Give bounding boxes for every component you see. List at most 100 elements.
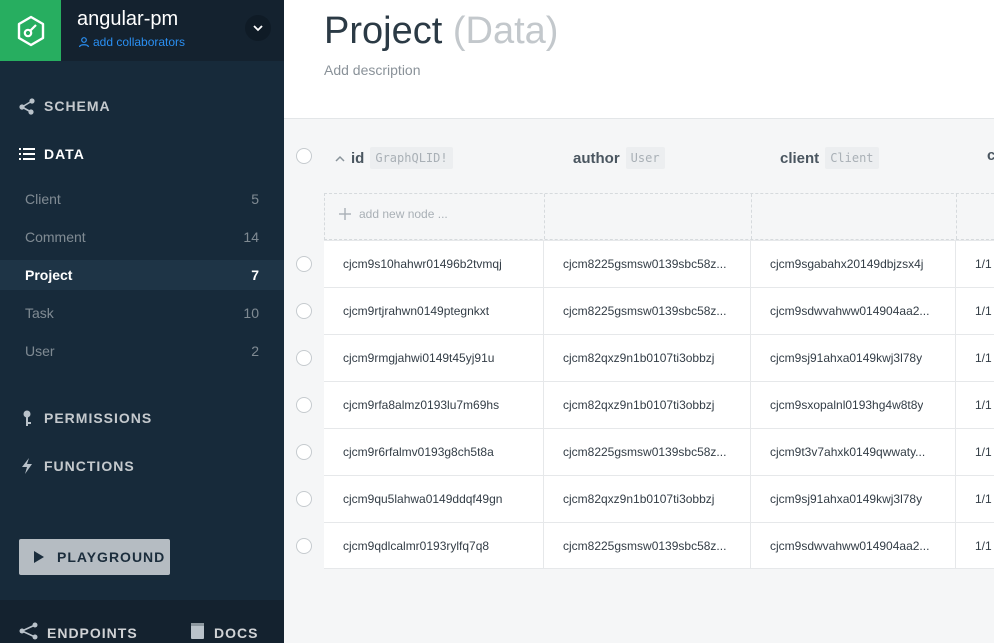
column-name: id bbox=[351, 149, 365, 167]
cell-client[interactable]: cjcm9sgabahx20149dbjzsx4j bbox=[751, 241, 956, 287]
nav-schema[interactable]: SCHEMA bbox=[18, 97, 111, 115]
cell-client[interactable]: cjcm9sj91ahxa0149kwj3l78y bbox=[751, 476, 956, 522]
table-row[interactable]: cjcm9qdlcalmr0193rylfq7q8 cjcm8225gsmsw0… bbox=[324, 522, 994, 569]
cell-value: 1/1 bbox=[975, 492, 992, 506]
cell-value: 1/1 bbox=[975, 257, 992, 271]
project-dropdown-button[interactable] bbox=[245, 15, 271, 41]
cell-createdat[interactable]: 1/1 bbox=[956, 288, 994, 334]
table-row[interactable]: cjcm9rmgjahwi0149t45yj91u cjcm82qxz9n1b0… bbox=[324, 334, 994, 381]
column-divider bbox=[751, 194, 752, 239]
playground-label: PLAYGROUND bbox=[57, 549, 166, 565]
cell-id[interactable]: cjcm9qu5lahwa0149ddqf49gn bbox=[324, 476, 544, 522]
cell-id[interactable]: cjcm9rmgjahwi0149t45yj91u bbox=[324, 335, 544, 381]
model-name: Project bbox=[25, 267, 73, 283]
cell-value: cjcm9qu5lahwa0149ddqf49gn bbox=[343, 492, 503, 506]
cell-id[interactable]: cjcm9rfa8almz0193lu7m69hs bbox=[324, 382, 544, 428]
cell-client[interactable]: cjcm9t3v7ahxk0149qwwaty... bbox=[751, 429, 956, 475]
select-all-checkbox[interactable] bbox=[296, 148, 312, 164]
table-row[interactable]: cjcm9s10hahwr01496b2tvmqj cjcm8225gsmsw0… bbox=[324, 240, 994, 287]
row-checkbox[interactable] bbox=[296, 350, 312, 366]
model-count: 2 bbox=[251, 343, 259, 359]
cell-author[interactable]: cjcm8225gsmsw0139sbc58z... bbox=[544, 429, 751, 475]
cell-value: cjcm8225gsmsw0139sbc58z... bbox=[563, 304, 727, 318]
cell-createdat[interactable]: 1/1 bbox=[956, 523, 994, 569]
cell-value: cjcm9sxopalnl0193hg4w8t8y bbox=[770, 398, 924, 412]
column-type: Client bbox=[825, 147, 879, 169]
cell-createdat[interactable]: 1/1 bbox=[956, 476, 994, 522]
add-node-row[interactable]: add new node ... bbox=[324, 193, 994, 240]
nav-functions[interactable]: FUNCTIONS bbox=[18, 457, 135, 475]
project-name[interactable]: angular-pm bbox=[77, 8, 178, 31]
model-item-task[interactable]: Task 10 bbox=[0, 298, 284, 328]
docs-label: DOCS bbox=[214, 624, 259, 641]
endpoints-link[interactable]: ENDPOINTS bbox=[19, 622, 138, 643]
playground-button[interactable]: PLAYGROUND bbox=[19, 539, 170, 575]
table-row[interactable]: cjcm9qu5lahwa0149ddqf49gn cjcm82qxz9n1b0… bbox=[324, 475, 994, 522]
nav-permissions[interactable]: PERMISSIONS bbox=[18, 409, 152, 427]
cell-author[interactable]: cjcm8225gsmsw0139sbc58z... bbox=[544, 523, 751, 569]
cell-author[interactable]: cjcm8225gsmsw0139sbc58z... bbox=[544, 241, 751, 287]
add-description-link[interactable]: Add description bbox=[324, 62, 421, 78]
model-item-project[interactable]: Project 7 bbox=[0, 260, 284, 290]
column-name: client bbox=[780, 149, 820, 167]
column-header-createdat[interactable]: c bbox=[987, 147, 994, 164]
cell-createdat[interactable]: 1/1 bbox=[956, 382, 994, 428]
column-header-client[interactable]: client Client bbox=[780, 147, 879, 169]
row-checkbox[interactable] bbox=[296, 444, 312, 460]
nav-data[interactable]: DATA bbox=[18, 145, 85, 163]
cell-value: cjcm9rtjrahwn0149ptegnkxt bbox=[343, 304, 490, 318]
row-checkbox[interactable] bbox=[296, 538, 312, 554]
model-name: Comment bbox=[25, 229, 86, 245]
row-checkbox[interactable] bbox=[296, 491, 312, 507]
cell-client[interactable]: cjcm9sxopalnl0193hg4w8t8y bbox=[751, 382, 956, 428]
cell-createdat[interactable]: 1/1 bbox=[956, 335, 994, 381]
cell-value: cjcm9s10hahwr01496b2tvmqj bbox=[343, 257, 502, 271]
cell-id[interactable]: cjcm9qdlcalmr0193rylfq7q8 bbox=[324, 523, 544, 569]
model-item-comment[interactable]: Comment 14 bbox=[0, 222, 284, 252]
cell-value: cjcm8225gsmsw0139sbc58z... bbox=[563, 257, 727, 271]
cell-id[interactable]: cjcm9r6rfalmv0193g8ch5t8a bbox=[324, 429, 544, 475]
table-row[interactable]: cjcm9rfa8almz0193lu7m69hs cjcm82qxz9n1b0… bbox=[324, 381, 994, 428]
cell-author[interactable]: cjcm82qxz9n1b0107ti3obbzj bbox=[544, 335, 751, 381]
cell-client[interactable]: cjcm9sj91ahxa0149kwj3l78y bbox=[751, 335, 956, 381]
column-type: GraphQLID! bbox=[370, 147, 453, 169]
model-item-client[interactable]: Client 5 bbox=[0, 184, 284, 214]
cell-createdat[interactable]: 1/1 bbox=[956, 241, 994, 287]
cell-value: 1/1 bbox=[975, 445, 992, 459]
cell-value: 1/1 bbox=[975, 304, 992, 318]
cell-client[interactable]: cjcm9sdwvahww014904aa2... bbox=[751, 288, 956, 334]
cell-author[interactable]: cjcm82qxz9n1b0107ti3obbzj bbox=[544, 382, 751, 428]
cell-value: cjcm9sj91ahxa0149kwj3l78y bbox=[770, 351, 923, 365]
graphcool-logo[interactable] bbox=[0, 0, 61, 61]
model-item-user[interactable]: User 2 bbox=[0, 336, 284, 366]
column-header-author[interactable]: author User bbox=[573, 147, 665, 169]
cell-createdat[interactable]: 1/1 bbox=[956, 429, 994, 475]
cell-value: cjcm9sdwvahww014904aa2... bbox=[770, 304, 930, 318]
sort-ascending-icon bbox=[335, 155, 345, 162]
cell-value: cjcm9rmgjahwi0149t45yj91u bbox=[343, 351, 495, 365]
chevron-down-icon bbox=[253, 24, 263, 31]
cell-id[interactable]: cjcm9rtjrahwn0149ptegnkxt bbox=[324, 288, 544, 334]
add-node-button[interactable]: add new node ... bbox=[339, 207, 448, 221]
cell-value: cjcm9r6rfalmv0193g8ch5t8a bbox=[343, 445, 494, 459]
cell-value: cjcm9rfa8almz0193lu7m69hs bbox=[343, 398, 500, 412]
row-checkbox[interactable] bbox=[296, 303, 312, 319]
row-checkbox[interactable] bbox=[296, 256, 312, 272]
cell-client[interactable]: cjcm9sdwvahww014904aa2... bbox=[751, 523, 956, 569]
cell-author[interactable]: cjcm82qxz9n1b0107ti3obbzj bbox=[544, 476, 751, 522]
add-collaborators-link[interactable]: add collaborators bbox=[78, 35, 185, 49]
title-subtitle: (Data) bbox=[452, 10, 559, 52]
plus-icon bbox=[339, 208, 351, 220]
cell-author[interactable]: cjcm8225gsmsw0139sbc58z... bbox=[544, 288, 751, 334]
table-row[interactable]: cjcm9r6rfalmv0193g8ch5t8a cjcm8225gsmsw0… bbox=[324, 428, 994, 475]
cell-value: cjcm8225gsmsw0139sbc58z... bbox=[563, 445, 727, 459]
cell-value: cjcm82qxz9n1b0107ti3obbzj bbox=[563, 398, 715, 412]
row-checkbox[interactable] bbox=[296, 397, 312, 413]
cell-id[interactable]: cjcm9s10hahwr01496b2tvmqj bbox=[324, 241, 544, 287]
sidebar-header: angular-pm add collaborators bbox=[0, 0, 284, 61]
cell-value: cjcm9sgabahx20149dbjzsx4j bbox=[770, 257, 924, 271]
docs-link[interactable]: DOCS bbox=[190, 622, 258, 643]
table-row[interactable]: cjcm9rtjrahwn0149ptegnkxt cjcm8225gsmsw0… bbox=[324, 287, 994, 334]
column-name: author bbox=[573, 149, 620, 167]
column-header-id[interactable]: id GraphQLID! bbox=[335, 147, 453, 169]
